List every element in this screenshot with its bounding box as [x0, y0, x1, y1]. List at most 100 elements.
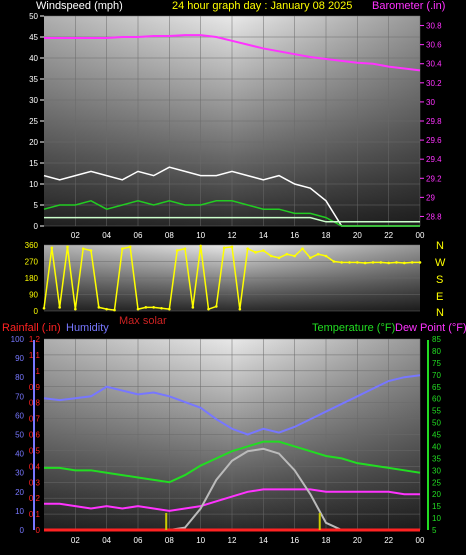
wind-direction-point — [89, 249, 93, 252]
wind-direction-point — [191, 306, 195, 309]
p2-y-tick-label: 90 — [29, 291, 38, 300]
p1-x-tick-label: 04 — [102, 231, 111, 240]
p1-x-tick-label: 06 — [134, 231, 143, 240]
wind-direction-point — [363, 261, 367, 265]
wind-direction-point — [309, 256, 312, 260]
wind-direction-point — [262, 249, 265, 252]
wind-direction-point — [356, 261, 359, 264]
wind-direction-point — [97, 306, 101, 309]
p3-humidity-tick-label: 30 — [15, 469, 24, 478]
p1-x-tick-label: 12 — [228, 231, 237, 240]
wind-direction-point — [152, 306, 155, 309]
p3-temp-tick-label: 20 — [432, 490, 441, 499]
p1-y2-tick-label: 29 — [426, 193, 435, 202]
p1-y2-tick-label: 30.2 — [426, 79, 442, 88]
wind-direction-point — [215, 305, 218, 308]
wind-direction-point — [144, 306, 148, 309]
wind-direction-point — [277, 256, 281, 260]
p1-x-tick-label: 20 — [353, 231, 362, 240]
p1-x-tick-label: 00 — [416, 231, 425, 240]
p3-x-tick-label: 10 — [196, 536, 205, 545]
wind-direction-point — [160, 306, 163, 310]
p1-x-tick-label: 16 — [290, 231, 299, 240]
wind-direction-point — [293, 254, 296, 258]
wind-direction-point — [105, 307, 108, 311]
wind-direction-point — [230, 245, 234, 249]
p1-y2-tick-label: 30 — [426, 98, 435, 107]
wind-direction-point — [121, 247, 124, 250]
p1-y-tick-label: 25 — [29, 117, 38, 126]
wind-direction-point — [371, 261, 375, 264]
p3-temp-tick-label: 30 — [432, 466, 441, 475]
p3-temp-tick-label: 70 — [432, 371, 441, 380]
p1-y-tick-label: 30 — [29, 96, 38, 105]
wind-direction-point — [403, 261, 406, 265]
p3-x-tick-label: 20 — [353, 536, 362, 545]
p1-y2-tick-label: 29.2 — [426, 174, 442, 183]
p3-x-tick-label: 18 — [322, 536, 331, 545]
p1-y-tick-label: 5 — [34, 201, 39, 210]
p2-y-tick-label: 180 — [25, 274, 39, 283]
p3-humidity-tick-label: 100 — [11, 335, 25, 344]
wind-direction-point — [269, 254, 273, 258]
p2-y-tick-label: 270 — [25, 258, 39, 267]
p3-humidity-tick-label: 20 — [15, 488, 24, 497]
p1-x-tick-label: 22 — [384, 231, 393, 240]
p3-x-tick-label: 08 — [165, 536, 174, 545]
p3-humidity-tick-label: 0 — [20, 526, 25, 535]
compass-label-w: W — [435, 257, 446, 269]
p3-x-tick-label: 02 — [71, 536, 80, 545]
wind-direction-point — [168, 307, 171, 311]
wind-direction-point — [324, 254, 328, 258]
wind-direction-point — [183, 247, 187, 250]
wind-direction-point — [246, 247, 249, 250]
p3-humidity-tick-label: 80 — [15, 373, 24, 382]
rainfall-axis-title: Rainfall (.in) — [2, 322, 61, 334]
p1-x-tick-label: 14 — [259, 231, 268, 240]
p1-y2-tick-label: 30.8 — [426, 22, 442, 31]
compass-label-n-top: N — [436, 240, 444, 252]
p3-humidity-tick-label: 90 — [15, 354, 24, 363]
wind-direction-point — [74, 307, 77, 311]
humidity-axis-title: Humidity — [66, 322, 109, 334]
p3-temp-tick-label: 5 — [432, 526, 437, 535]
p3-temp-tick-label: 80 — [432, 347, 441, 356]
wind-direction-point — [81, 247, 85, 250]
p1-y-tick-label: 40 — [29, 54, 38, 63]
max-solar-label: Max solar — [119, 315, 167, 327]
p1-y2-tick-label: 30.4 — [426, 60, 442, 69]
p3-temp-tick-label: 35 — [432, 454, 441, 463]
p3-temp-tick-label: 25 — [432, 478, 441, 487]
p3-temp-tick-label: 60 — [432, 395, 441, 404]
p1-y2-tick-label: 29.8 — [426, 117, 442, 126]
wind-direction-point — [379, 261, 383, 264]
wind-direction-point — [238, 307, 242, 311]
wind-direction-point — [348, 261, 351, 264]
p3-x-tick-label: 12 — [228, 536, 237, 545]
compass-label-n-bottom: N — [436, 307, 444, 319]
p1-y-tick-label: 0 — [34, 222, 39, 231]
p1-y-tick-label: 15 — [29, 159, 38, 168]
temperature-axis-title: Temperature (°F) — [312, 322, 395, 334]
wind-barometer-panel: 0 5 10 15 20 25 30 35 40 45 50 28.8 29 29.2 29.4 29.6 2… — [29, 12, 442, 240]
dewpoint-axis-title: Dew Point (°F) — [395, 322, 466, 334]
p3-x-tick-label: 14 — [259, 536, 268, 545]
wind-direction-point — [113, 308, 116, 312]
p2-y-tick-label: 360 — [25, 241, 39, 250]
p3-x-tick-label: 00 — [416, 536, 425, 545]
wind-direction-point — [207, 307, 210, 311]
wind-direction-point — [128, 245, 132, 249]
p3-temp-tick-label: 55 — [432, 407, 441, 416]
wind-direction-point — [387, 261, 390, 265]
wind-direction-point — [395, 261, 398, 264]
p3-humidity-tick-label: 60 — [15, 411, 24, 420]
p3-x-tick-label: 06 — [134, 536, 143, 545]
p3-temp-tick-label: 40 — [432, 442, 441, 451]
p1-y2-tick-label: 28.8 — [426, 212, 442, 221]
p3-humidity-tick-label: 40 — [15, 450, 24, 459]
wind-direction-point — [418, 261, 422, 264]
p3-humidity-tick-label: 10 — [15, 507, 24, 516]
wind-direction-point — [301, 247, 304, 250]
p2-y-tick-label: 0 — [34, 307, 39, 316]
p3-humidity-tick-label: 70 — [15, 392, 24, 401]
